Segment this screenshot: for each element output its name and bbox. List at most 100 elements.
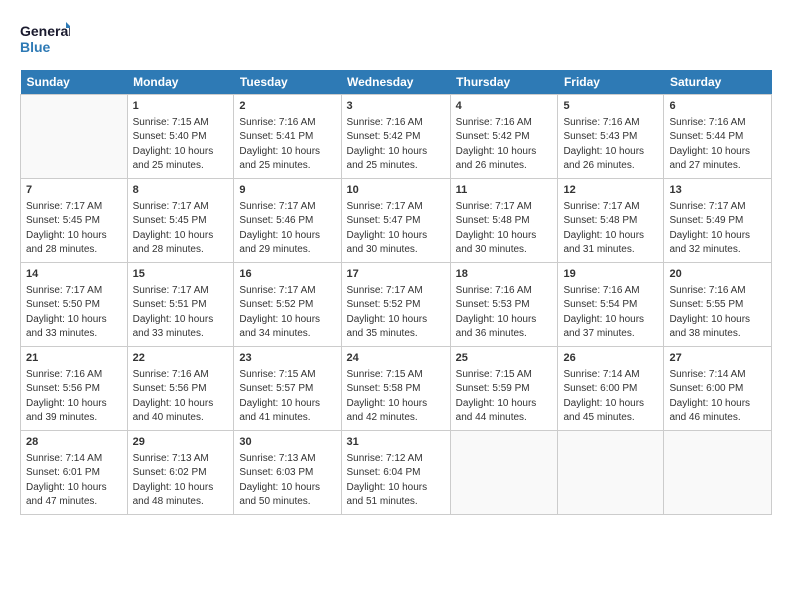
day-info: and 32 minutes. [669, 243, 766, 258]
day-info: Sunrise: 7:17 AM [669, 200, 766, 215]
day-number: 21 [26, 351, 122, 367]
day-info: Daylight: 10 hours [563, 313, 658, 328]
day-info: Sunset: 5:48 PM [456, 214, 553, 229]
day-info: Sunset: 5:44 PM [669, 130, 766, 145]
calendar-cell: 25Sunrise: 7:15 AMSunset: 5:59 PMDayligh… [450, 346, 558, 430]
calendar-cell: 10Sunrise: 7:17 AMSunset: 5:47 PMDayligh… [341, 178, 450, 262]
day-info: Sunrise: 7:17 AM [347, 200, 445, 215]
day-info: Sunrise: 7:17 AM [26, 284, 122, 299]
day-info: Sunset: 5:59 PM [456, 382, 553, 397]
day-info: Sunset: 5:46 PM [239, 214, 335, 229]
calendar-cell: 6Sunrise: 7:16 AMSunset: 5:44 PMDaylight… [664, 95, 772, 179]
calendar-cell: 9Sunrise: 7:17 AMSunset: 5:46 PMDaylight… [234, 178, 341, 262]
day-info: Daylight: 10 hours [563, 229, 658, 244]
day-info: Sunrise: 7:16 AM [26, 368, 122, 383]
day-header-wednesday: Wednesday [341, 70, 450, 95]
day-number: 15 [133, 267, 229, 283]
calendar-cell: 7Sunrise: 7:17 AMSunset: 5:45 PMDaylight… [21, 178, 128, 262]
day-info: Sunset: 5:42 PM [456, 130, 553, 145]
day-info: Sunrise: 7:14 AM [669, 368, 766, 383]
day-info: Daylight: 10 hours [347, 481, 445, 496]
day-number: 1 [133, 99, 229, 115]
day-info: and 48 minutes. [133, 495, 229, 510]
day-number: 11 [456, 183, 553, 199]
calendar-week-3: 14Sunrise: 7:17 AMSunset: 5:50 PMDayligh… [21, 262, 772, 346]
day-info: Sunset: 5:40 PM [133, 130, 229, 145]
day-number: 13 [669, 183, 766, 199]
day-info: and 39 minutes. [26, 411, 122, 426]
day-number: 30 [239, 435, 335, 451]
day-info: and 30 minutes. [347, 243, 445, 258]
day-info: and 41 minutes. [239, 411, 335, 426]
page-container: General Blue SundayMondayTuesdayWednesda… [0, 0, 792, 525]
day-info: Sunset: 6:02 PM [133, 466, 229, 481]
day-info: and 31 minutes. [563, 243, 658, 258]
day-info: Sunrise: 7:17 AM [239, 284, 335, 299]
day-info: Sunset: 5:55 PM [669, 298, 766, 313]
day-info: Sunrise: 7:16 AM [563, 116, 658, 131]
calendar-cell: 1Sunrise: 7:15 AMSunset: 5:40 PMDaylight… [127, 95, 234, 179]
day-info: Sunset: 5:45 PM [26, 214, 122, 229]
day-info: Sunset: 5:48 PM [563, 214, 658, 229]
day-info: Daylight: 10 hours [456, 313, 553, 328]
day-info: and 34 minutes. [239, 327, 335, 342]
day-info: Sunrise: 7:16 AM [347, 116, 445, 131]
day-header-thursday: Thursday [450, 70, 558, 95]
day-number: 5 [563, 99, 658, 115]
day-info: Daylight: 10 hours [133, 145, 229, 160]
day-number: 16 [239, 267, 335, 283]
day-info: Sunrise: 7:15 AM [456, 368, 553, 383]
day-info: Sunrise: 7:17 AM [133, 284, 229, 299]
day-header-tuesday: Tuesday [234, 70, 341, 95]
day-number: 17 [347, 267, 445, 283]
day-info: Daylight: 10 hours [347, 229, 445, 244]
day-info: Daylight: 10 hours [563, 397, 658, 412]
day-header-saturday: Saturday [664, 70, 772, 95]
day-info: Sunrise: 7:16 AM [239, 116, 335, 131]
day-number: 24 [347, 351, 445, 367]
day-number: 12 [563, 183, 658, 199]
calendar-week-2: 7Sunrise: 7:17 AMSunset: 5:45 PMDaylight… [21, 178, 772, 262]
day-info: Sunrise: 7:17 AM [563, 200, 658, 215]
day-info: Sunset: 5:54 PM [563, 298, 658, 313]
day-info: Sunrise: 7:13 AM [133, 452, 229, 467]
calendar-week-1: 1Sunrise: 7:15 AMSunset: 5:40 PMDaylight… [21, 95, 772, 179]
day-info: Daylight: 10 hours [669, 313, 766, 328]
calendar-cell: 17Sunrise: 7:17 AMSunset: 5:52 PMDayligh… [341, 262, 450, 346]
calendar-cell: 24Sunrise: 7:15 AMSunset: 5:58 PMDayligh… [341, 346, 450, 430]
day-number: 20 [669, 267, 766, 283]
day-info: and 38 minutes. [669, 327, 766, 342]
day-info: Sunset: 6:04 PM [347, 466, 445, 481]
calendar-cell: 2Sunrise: 7:16 AMSunset: 5:41 PMDaylight… [234, 95, 341, 179]
day-info: Daylight: 10 hours [239, 481, 335, 496]
day-info: Daylight: 10 hours [456, 145, 553, 160]
day-info: and 36 minutes. [456, 327, 553, 342]
day-info: Daylight: 10 hours [239, 397, 335, 412]
day-info: Sunrise: 7:17 AM [239, 200, 335, 215]
day-info: Sunset: 5:52 PM [239, 298, 335, 313]
calendar-cell: 28Sunrise: 7:14 AMSunset: 6:01 PMDayligh… [21, 430, 128, 514]
day-info: Sunset: 5:45 PM [133, 214, 229, 229]
day-header-sunday: Sunday [21, 70, 128, 95]
day-info: and 28 minutes. [26, 243, 122, 258]
day-info: Daylight: 10 hours [669, 397, 766, 412]
day-info: Sunrise: 7:16 AM [456, 116, 553, 131]
day-info: Sunset: 5:47 PM [347, 214, 445, 229]
day-info: and 33 minutes. [133, 327, 229, 342]
svg-text:Blue: Blue [20, 39, 51, 55]
day-info: and 47 minutes. [26, 495, 122, 510]
logo: General Blue [20, 18, 70, 60]
day-number: 18 [456, 267, 553, 283]
calendar-cell: 19Sunrise: 7:16 AMSunset: 5:54 PMDayligh… [558, 262, 664, 346]
day-info: Sunrise: 7:16 AM [669, 116, 766, 131]
day-info: Sunset: 5:50 PM [26, 298, 122, 313]
day-number: 9 [239, 183, 335, 199]
day-info: Sunrise: 7:17 AM [456, 200, 553, 215]
day-number: 31 [347, 435, 445, 451]
calendar-cell: 4Sunrise: 7:16 AMSunset: 5:42 PMDaylight… [450, 95, 558, 179]
day-info: Daylight: 10 hours [456, 397, 553, 412]
day-info: Sunset: 5:56 PM [26, 382, 122, 397]
calendar-header-row: SundayMondayTuesdayWednesdayThursdayFrid… [21, 70, 772, 95]
day-info: and 40 minutes. [133, 411, 229, 426]
day-info: and 35 minutes. [347, 327, 445, 342]
